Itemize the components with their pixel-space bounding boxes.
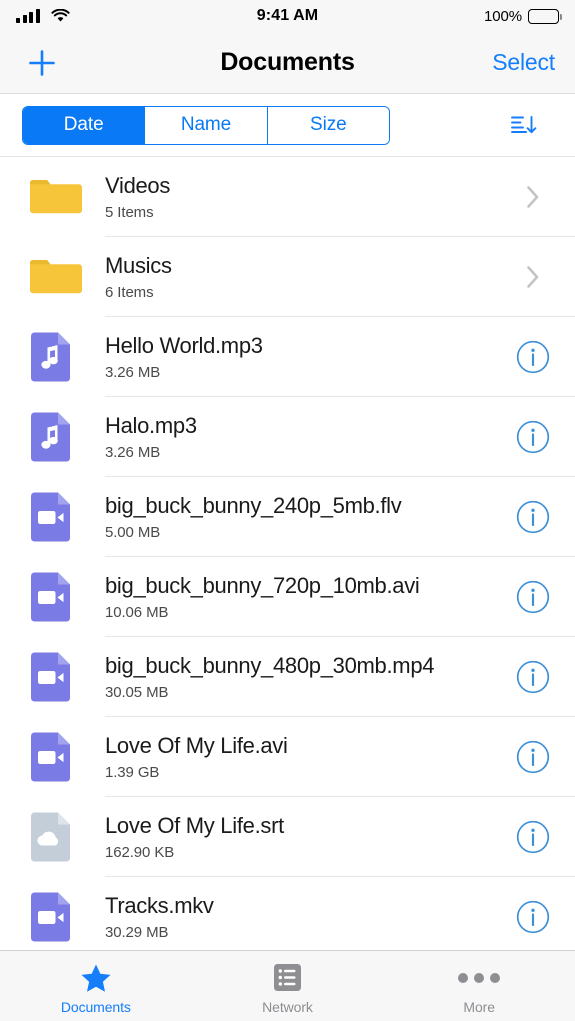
tab-bar: Documents Network More (0, 950, 575, 1021)
battery-full-icon (528, 8, 562, 24)
sort-segment-size[interactable]: Size (267, 106, 389, 144)
list-item-text: Love Of My Life.avi 1.39 GB (83, 733, 513, 781)
list-item-text: big_buck_bunny_240p_5mb.flv 5.00 MB (83, 493, 513, 541)
chevron-right-icon (527, 186, 539, 208)
video-file-icon (28, 491, 83, 543)
file-name: Love Of My Life.srt (105, 813, 284, 839)
list-item[interactable]: Videos 5 Items (0, 157, 575, 237)
tab-label: Network (262, 998, 313, 1015)
list-item-text: Love Of My Life.srt 162.90 KB (83, 813, 513, 861)
list-item[interactable]: Musics 6 Items (0, 237, 575, 317)
file-detail: 10.06 MB (105, 603, 169, 621)
info-icon (516, 500, 550, 534)
file-detail: 5.00 MB (105, 523, 161, 541)
file-detail: 1.39 GB (105, 763, 160, 781)
file-name: Halo.mp3 (105, 413, 197, 439)
sort-segmented-control[interactable]: Date Name Size (22, 105, 390, 145)
file-detail: 30.05 MB (105, 683, 169, 701)
video-file-icon (28, 891, 83, 943)
sort-bar: Date Name Size (0, 94, 575, 157)
info-accessory[interactable] (513, 340, 553, 374)
file-detail: 3.26 MB (105, 363, 161, 381)
file-detail: 5 Items (105, 203, 154, 221)
list-item[interactable]: Hello World.mp3 3.26 MB (0, 317, 575, 397)
info-accessory[interactable] (513, 900, 553, 934)
info-icon (516, 340, 550, 374)
list-item[interactable]: Tracks.mkv 30.29 MB (0, 877, 575, 950)
list-item-text: Hello World.mp3 3.26 MB (83, 333, 513, 381)
list-item-text: Halo.mp3 3.26 MB (83, 413, 513, 461)
file-name: big_buck_bunny_480p_30mb.mp4 (105, 653, 435, 679)
sort-descending-icon (511, 116, 537, 134)
info-accessory[interactable] (513, 580, 553, 614)
file-name: Tracks.mkv (105, 893, 214, 919)
list-item-text: big_buck_bunny_720p_10mb.avi 10.06 MB (83, 573, 513, 621)
list-item[interactable]: big_buck_bunny_240p_5mb.flv 5.00 MB (0, 477, 575, 557)
file-detail: 30.29 MB (105, 923, 169, 941)
folder-icon (28, 173, 83, 221)
cloud-file-icon (28, 811, 83, 863)
info-icon (516, 660, 550, 694)
navigation-bar: Documents Select (0, 32, 575, 94)
file-list: Videos 5 Items Musics 6 Items Hello Worl… (0, 157, 575, 950)
disclosure-accessory[interactable] (513, 185, 553, 209)
list-item[interactable]: big_buck_bunny_720p_10mb.avi 10.06 MB (0, 557, 575, 637)
info-icon (516, 900, 550, 934)
sort-segment-date[interactable]: Date (23, 106, 146, 144)
chevron-right-icon (527, 266, 539, 288)
folder-icon (28, 253, 83, 301)
video-file-icon (28, 571, 83, 623)
select-button[interactable]: Select (492, 49, 555, 76)
video-file-icon (28, 651, 83, 703)
info-accessory[interactable] (513, 500, 553, 534)
file-detail: 3.26 MB (105, 443, 161, 461)
info-accessory[interactable] (513, 420, 553, 454)
tab-label: Documents (60, 998, 131, 1015)
info-icon (516, 580, 550, 614)
file-name: big_buck_bunny_240p_5mb.flv (105, 493, 402, 519)
file-detail: 6 Items (105, 283, 154, 301)
audio-file-icon (28, 411, 83, 463)
ellipsis-icon (458, 962, 501, 994)
info-accessory[interactable] (513, 820, 553, 854)
file-name: Hello World.mp3 (105, 333, 263, 359)
file-detail: 162.90 KB (105, 843, 175, 861)
sort-segment-name[interactable]: Name (145, 106, 268, 144)
file-name: big_buck_bunny_720p_10mb.avi (105, 573, 420, 599)
video-file-icon (28, 731, 83, 783)
tab-label: More (463, 998, 495, 1015)
info-accessory[interactable] (513, 660, 553, 694)
list-item[interactable]: Love Of My Life.avi 1.39 GB (0, 717, 575, 797)
info-icon (516, 740, 550, 774)
app-screen: 9:41 AM 100% Documents Select Date Name … (0, 0, 575, 1021)
page-title: Documents (220, 48, 355, 76)
status-bar: 9:41 AM 100% (0, 0, 575, 32)
audio-file-icon (28, 331, 83, 383)
list-item[interactable]: Halo.mp3 3.26 MB (0, 397, 575, 477)
star-icon (80, 962, 112, 994)
status-bar-right: 100% (484, 7, 562, 25)
tab-documents[interactable]: Documents (0, 951, 192, 1021)
battery-percent-label: 100% (484, 7, 522, 25)
list-item-text: Videos 5 Items (83, 173, 513, 221)
list-item[interactable]: Love Of My Life.srt 162.90 KB (0, 797, 575, 877)
list-item-text: big_buck_bunny_480p_30mb.mp4 30.05 MB (83, 653, 513, 701)
disclosure-accessory[interactable] (513, 265, 553, 289)
tab-more[interactable]: More (383, 951, 575, 1021)
file-name: Musics (105, 253, 172, 279)
info-icon (516, 420, 550, 454)
sort-direction-button[interactable] (505, 106, 543, 144)
info-icon (516, 820, 550, 854)
tab-network[interactable]: Network (192, 951, 384, 1021)
list-icon (273, 962, 302, 994)
file-name: Videos (105, 173, 171, 199)
file-name: Love Of My Life.avi (105, 733, 288, 759)
list-item-text: Tracks.mkv 30.29 MB (83, 893, 513, 941)
info-accessory[interactable] (513, 740, 553, 774)
list-item-text: Musics 6 Items (83, 253, 513, 301)
list-item[interactable]: big_buck_bunny_480p_30mb.mp4 30.05 MB (0, 637, 575, 717)
